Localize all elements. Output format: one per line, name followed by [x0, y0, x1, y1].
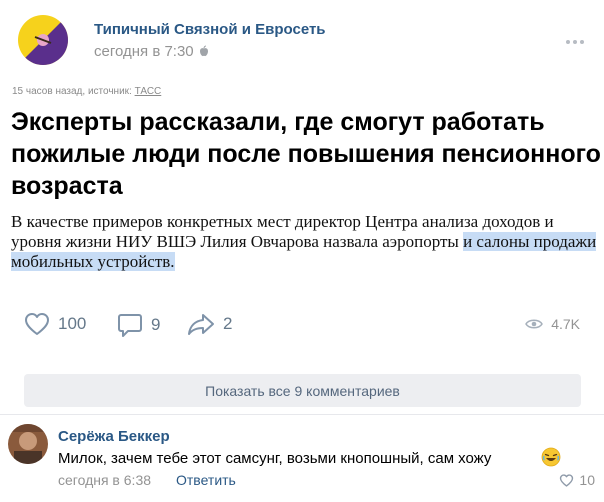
- like-count: 100: [58, 314, 87, 333]
- comment-author-link[interactable]: Серёжа Беккер: [58, 428, 170, 445]
- like-button[interactable]: 100: [24, 312, 86, 336]
- show-all-comments-button[interactable]: Показать все 9 комментариев: [24, 374, 581, 407]
- heart-icon: [560, 473, 574, 487]
- reply-button[interactable]: Ответить: [176, 472, 236, 488]
- group-avatar[interactable]: [18, 15, 68, 65]
- post-actions: 100 9 2 4.7K: [0, 312, 604, 342]
- views-count: 4.7K: [551, 316, 580, 332]
- comment-like-button[interactable]: 10: [559, 472, 595, 488]
- laughing-emoji-icon: [541, 447, 561, 467]
- comment-count: 9: [151, 315, 161, 334]
- article-headline: Эксперты рассказали, где смогут работать…: [11, 108, 601, 200]
- comment-icon: [118, 314, 142, 337]
- eye-icon: [525, 319, 544, 329]
- article-lead: В качестве примеров конкретных мест дире…: [11, 212, 601, 272]
- share-icon: [188, 314, 214, 335]
- post-time[interactable]: сегодня в 7:30: [94, 43, 194, 60]
- more-options-icon[interactable]: [566, 31, 587, 49]
- comment-like-count: 10: [579, 472, 595, 488]
- comments-divider: [0, 414, 604, 415]
- article-meta: 15 часов назад, источник: ТАСС: [12, 86, 161, 97]
- share-button[interactable]: 2: [187, 312, 232, 336]
- comment-time[interactable]: сегодня в 6:38: [58, 472, 151, 488]
- group-name-link[interactable]: Типичный Связной и Евросеть: [94, 21, 326, 38]
- article-age: 15 часов назад, источник:: [12, 86, 135, 97]
- share-count: 2: [223, 314, 233, 333]
- heart-icon: [25, 313, 49, 335]
- article-source-link[interactable]: ТАСС: [135, 86, 162, 97]
- comment-button[interactable]: 9: [117, 312, 160, 338]
- apple-icon: [200, 45, 208, 57]
- views-counter: 4.7K: [525, 316, 580, 332]
- comment-text: Милок, зачем тебе этот самсунг, возьми к…: [58, 450, 492, 467]
- commenter-avatar[interactable]: [8, 424, 48, 464]
